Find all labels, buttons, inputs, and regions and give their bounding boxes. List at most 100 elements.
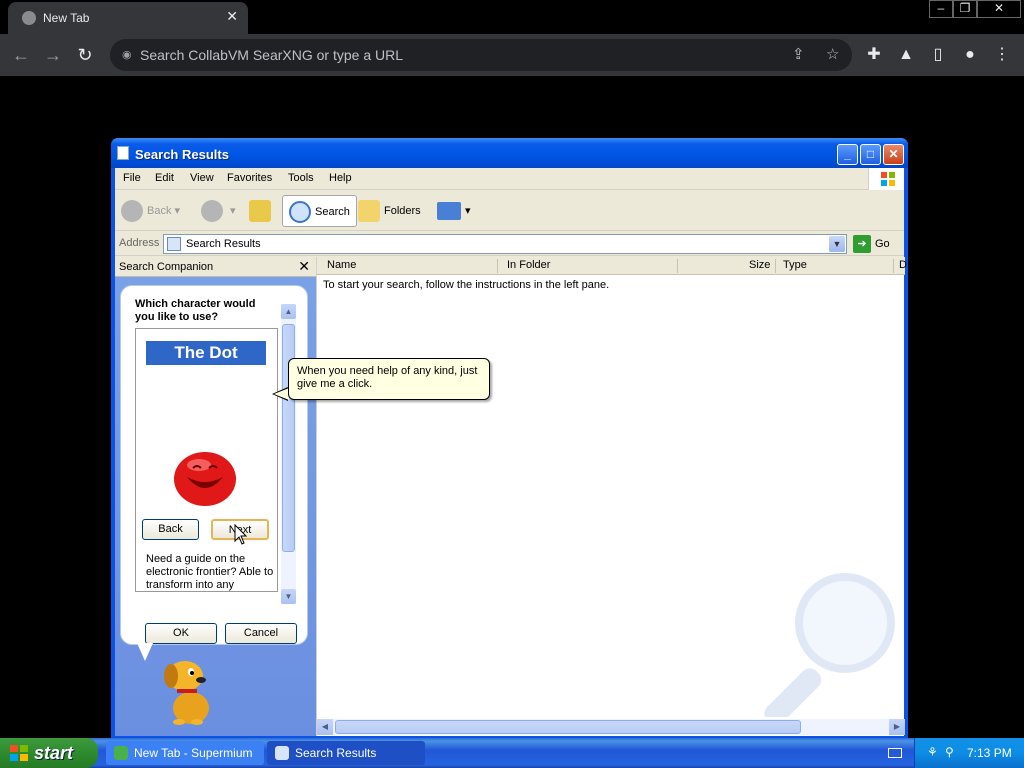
column-size[interactable]: Size [749,259,770,271]
search-companion-pane: Search Companion ✕ Which character would… [115,257,316,736]
column-in-folder[interactable]: In Folder [507,259,550,271]
document-icon [117,146,129,160]
up-folder-icon [249,200,271,223]
column-header: Name In Folder Size Type D [317,257,907,275]
empty-results-message: To start your search, follow the instruc… [323,279,610,291]
system-tray: ⚘ ⚲ 7:13 PM [914,738,1024,768]
share-icon[interactable]: ⇪ [792,45,805,63]
hscroll-thumb[interactable] [335,720,801,734]
companion-bubble: Which character would you like to use? T… [120,285,308,645]
back-button[interactable]: Back ▾ [121,195,180,227]
column-type[interactable]: Type [783,259,807,271]
network-icon[interactable]: ⚘ [927,745,938,759]
column-date[interactable]: D [899,259,907,271]
companion-scrollbar[interactable]: ▲ ▼ [281,304,296,604]
close-window-icon[interactable]: ✕ [977,0,1021,18]
browser-toolbar: ← → ↻ ◉ ⇪ ☆ ✚ ▲ ▯ ● ⋮ [0,34,1024,76]
menubar: File Edit View Favorites Tools Help [115,168,904,190]
menu-file[interactable]: File [123,172,141,184]
search-tray-icon[interactable]: ⚲ [945,745,954,759]
character-name: The Dot [146,341,266,365]
chevron-down-icon[interactable]: ▼ [829,236,845,252]
results-pane: Name In Folder Size Type D To start your… [272,257,907,736]
up-folder-button[interactable] [249,195,275,227]
column-name[interactable]: Name [327,259,356,271]
forward-arrow-icon [201,200,223,223]
sidebar-icon[interactable]: ▯ [926,43,950,67]
views-button[interactable]: ▾ [437,195,471,227]
character-question: Which character would you like to use? [135,298,256,323]
search-folder-icon [167,237,181,251]
search-results-window: Search Results _ □ ✕ File Edit View Favo… [111,138,908,740]
start-button[interactable]: start [0,738,98,768]
magnifier-watermark-icon [764,573,895,717]
address-input[interactable] [140,45,780,65]
folders-icon [358,200,380,223]
search-results-app-icon [275,746,289,760]
minimize-icon[interactable]: – [929,0,953,18]
cancel-button[interactable]: Cancel [225,623,297,644]
back-character-button[interactable]: Back [142,519,199,540]
browser-tabstrip: New Tab ✕ – ❐ ✕ [0,0,1024,34]
address-bar: Address ▼ ➔Go [115,232,904,256]
menu-favorites[interactable]: Favorites [227,172,272,184]
close-button[interactable]: ✕ [883,144,904,165]
back-icon[interactable]: ← [8,42,34,68]
keyboard-icon[interactable] [888,748,902,758]
dog-character-icon[interactable] [161,654,223,726]
forward-button[interactable]: ▾ [201,195,236,227]
character-description: Need a guide on the electronic frontier?… [146,553,274,591]
search-icon [289,201,311,224]
windows-logo-icon [868,168,904,190]
browser-app-icon [114,746,128,760]
search-engine-icon: ◉ [122,49,132,61]
window-client: File Edit View Favorites Tools Help Back… [115,168,907,736]
address-box[interactable]: ▼ [163,234,847,254]
character-box: The Dot Back Next Need a guide on the el… [135,328,278,592]
go-button[interactable]: ➔ Go [853,234,890,254]
address-field[interactable] [186,237,806,251]
folders-button[interactable]: Folders [358,195,421,227]
extensions-icon[interactable]: ✚ [862,43,886,67]
taskbar-item-browser[interactable]: New Tab - Supermium [106,741,264,765]
scroll-up-icon[interactable]: ▲ [281,304,296,319]
views-icon [437,202,461,221]
ok-button[interactable]: OK [145,623,217,644]
globe-icon [22,11,36,25]
help-tooltip[interactable]: When you need help of any kind, just giv… [288,358,490,400]
tab-close-icon[interactable]: ✕ [226,8,238,25]
maximize-button[interactable]: □ [860,144,881,165]
scroll-left-icon[interactable]: ◀ [317,719,333,735]
window-titlebar[interactable]: Search Results _ □ ✕ [111,138,908,168]
close-pane-icon[interactable]: ✕ [298,258,310,275]
menu-icon[interactable]: ⋮ [990,43,1014,67]
browser-tab[interactable]: New Tab ✕ [8,2,248,34]
go-arrow-icon: ➔ [853,235,871,254]
forward-icon[interactable]: → [40,42,66,68]
menu-edit[interactable]: Edit [155,172,174,184]
taskbar-item-search-results[interactable]: Search Results [267,741,425,765]
profile-icon[interactable]: ● [958,43,982,67]
pane-header: Search Companion ✕ [115,257,316,277]
scroll-right-icon[interactable]: ▶ [889,719,905,735]
pane-title: Search Companion [119,261,214,273]
menu-view[interactable]: View [190,172,214,184]
windows-flag-icon [10,745,28,761]
search-button[interactable]: Search [282,195,357,227]
labs-icon[interactable]: ▲ [894,43,918,67]
address-label: Address [119,237,160,249]
start-label: start [34,743,74,763]
restore-icon[interactable]: ❐ [953,0,977,18]
menu-help[interactable]: Help [329,172,352,184]
window-title: Search Results [135,147,229,162]
star-icon[interactable]: ☆ [826,45,839,63]
results-hscrollbar[interactable]: ◀ ▶ [317,719,905,735]
tab-title: New Tab [43,11,90,25]
mouse-cursor-icon [234,524,248,545]
scroll-down-icon[interactable]: ▼ [281,589,296,604]
taskbar: start New Tab - Supermium Search Results… [0,738,1024,768]
omnibox[interactable]: ◉ ⇪ ☆ [110,39,852,71]
menu-tools[interactable]: Tools [288,172,314,184]
reload-icon[interactable]: ↻ [72,42,98,68]
minimize-button[interactable]: _ [837,144,858,165]
